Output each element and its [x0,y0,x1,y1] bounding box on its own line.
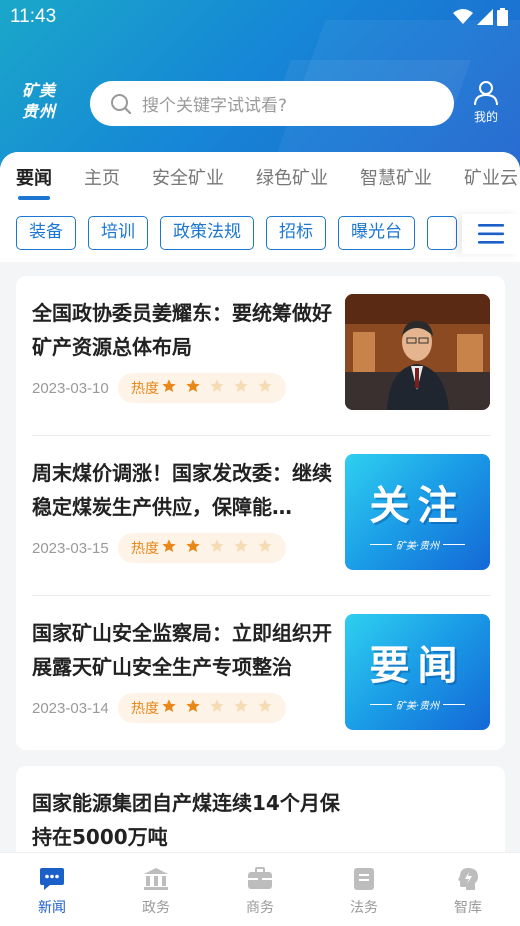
mine-button[interactable]: 我的 [468,80,504,125]
chip-policy[interactable]: 政策法规 [160,216,254,250]
battery-icon [497,8,508,26]
star-empty-icon [234,379,248,392]
chip-bidding[interactable]: 招标 [266,216,326,250]
news-date: 2023-03-15 [32,540,109,557]
person-photo [345,294,490,410]
nav-label: 新闻 [38,900,66,916]
star-empty-icon [210,379,224,392]
wifi-icon [453,9,473,24]
news-title: 国家能源集团自产煤连续14个月保持在5000万吨 [32,791,340,849]
heat-rating: 热度 [118,693,286,723]
thumb-headline: 要闻 [369,642,466,689]
chip-equipment[interactable]: 装备 [16,216,76,250]
star-empty-icon [258,699,272,712]
heat-rating: 热度 [118,533,286,563]
tab-green-mining[interactable]: 绿色矿业 [256,164,328,200]
chat-icon [40,868,64,890]
chip-more[interactable] [427,216,457,250]
star-empty-icon [234,539,248,552]
heat-label: 热度 [131,701,159,717]
star-filled-icon [186,539,200,552]
star-empty-icon [258,379,272,392]
thumb-caption: 矿美·贵州 [369,537,466,552]
star-filled-icon [162,379,176,392]
news-title: 周末煤价调涨！国家发改委：继续稳定煤炭生产供应，保障能… [32,461,332,519]
briefcase-icon [248,867,272,889]
star-rating [159,698,273,718]
star-rating [159,378,273,398]
app-logo: 矿美 贵州 [22,81,57,121]
tab-yaowen[interactable]: 要闻 [16,164,52,200]
heat-rating: 热度 [118,373,286,403]
thumb-caption: 矿美·贵州 [369,697,466,712]
tab-safe-mining[interactable]: 安全矿业 [152,164,224,200]
news-title: 国家矿山安全监察局：立即组织开展露天矿山安全生产专项整治 [32,621,332,679]
nav-label: 政务 [142,900,170,916]
news-item[interactable]: 周末煤价调涨！国家发改委：继续稳定煤炭生产供应，保障能… 2023-03-15 … [32,436,490,596]
news-title: 全国政协委员姜耀东：要统筹做好矿产资源总体布局 [32,301,332,359]
search-bar[interactable]: 搜个关键字试试看? [90,81,454,126]
heat-label: 热度 [131,381,159,397]
star-filled-icon [186,379,200,392]
news-thumbnail [345,294,490,410]
category-tabs: 要闻 主页 安全矿业 绿色矿业 智慧矿业 矿业云 [16,164,520,200]
star-empty-icon [234,699,248,712]
nav-label: 商务 [246,900,274,916]
tab-mining-cloud[interactable]: 矿业云 [464,164,518,200]
tab-home[interactable]: 主页 [84,164,120,200]
news-date: 2023-03-10 [32,380,109,397]
menu-icon [478,224,504,244]
chip-exposure[interactable]: 曝光台 [338,216,415,250]
content-panel: 要闻 主页 安全矿业 绿色矿业 智慧矿业 矿业云 装备 培训 政策法规 招标 曝… [0,152,520,926]
news-date: 2023-03-14 [32,700,109,717]
heat-label: 热度 [131,541,159,557]
government-icon [144,868,168,890]
nav-think-tank[interactable]: 智库 [416,853,520,926]
status-time: 11:43 [10,6,57,27]
signal-icon [477,9,493,25]
search-placeholder: 搜个关键字试试看? [142,96,288,116]
thumb-headline: 关注 [369,482,466,529]
star-empty-icon [210,699,224,712]
nav-business[interactable]: 商务 [208,853,312,926]
nav-news[interactable]: 新闻 [0,853,104,926]
tab-smart-mining[interactable]: 智慧矿业 [360,164,432,200]
star-filled-icon [186,699,200,712]
star-filled-icon [162,539,176,552]
star-rating [159,538,273,558]
sub-category-chips: 装备 培训 政策法规 招标 曝光台 [16,216,457,250]
nav-government[interactable]: 政务 [104,853,208,926]
document-icon [354,868,374,890]
status-bar: 11:43 [0,0,520,36]
news-item[interactable]: 全国政协委员姜耀东：要统筹做好矿产资源总体布局 2023-03-10 热度 [32,276,490,436]
news-item[interactable]: 国家矿山安全监察局：立即组织开展露天矿山安全生产专项整治 2023-03-14 … [32,596,490,756]
news-card: 全国政协委员姜耀东：要统筹做好矿产资源总体布局 2023-03-10 热度 周末… [16,276,505,750]
star-empty-icon [258,539,272,552]
nav-label: 智库 [454,900,482,916]
chip-training[interactable]: 培训 [88,216,148,250]
search-icon [111,93,132,114]
mine-label: 我的 [473,110,498,124]
nav-legal[interactable]: 法务 [312,853,416,926]
brain-icon [458,868,478,890]
star-empty-icon [210,539,224,552]
category-menu-button[interactable] [462,214,520,254]
news-thumbnail: 关注 矿美·贵州 [345,454,490,570]
star-filled-icon [162,699,176,712]
user-icon [474,81,498,106]
nav-label: 法务 [350,900,378,916]
bottom-navigation: 新闻 政务 商务 法务 智库 [0,852,520,926]
news-thumbnail: 要闻 矿美·贵州 [345,614,490,730]
